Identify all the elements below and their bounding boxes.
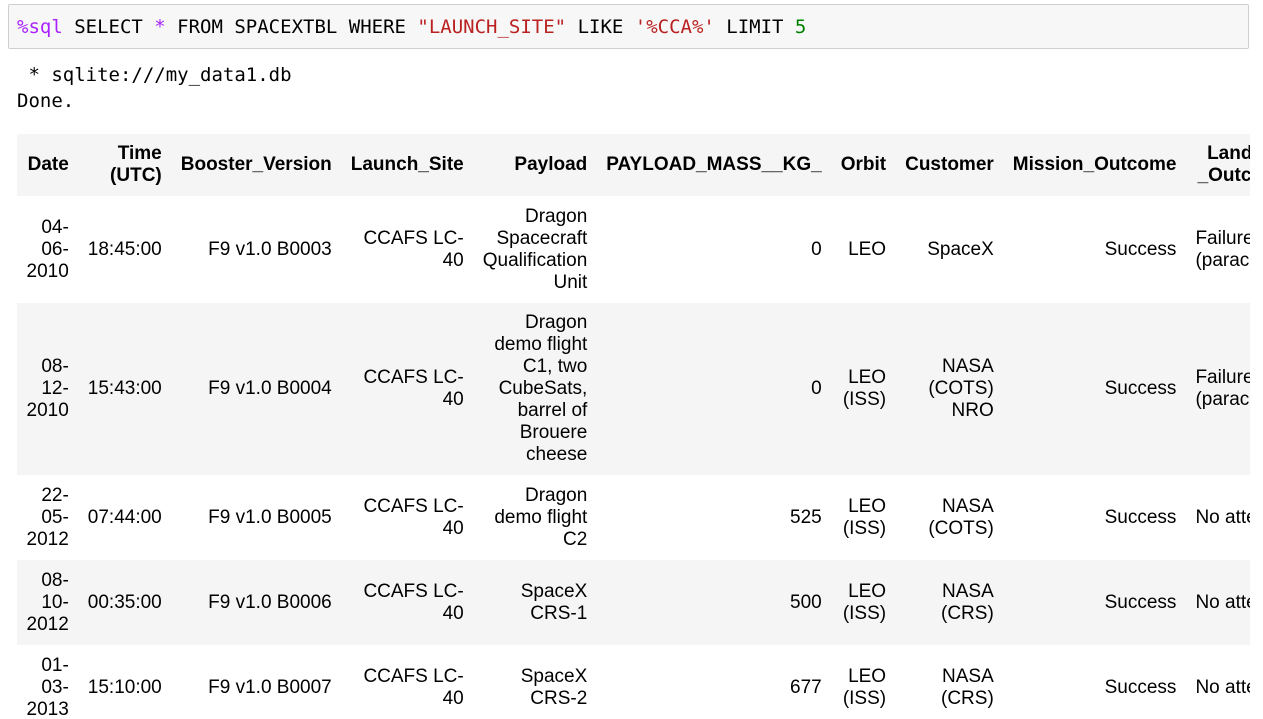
cell-output-text: * sqlite:///my_data1.db Done.: [17, 62, 292, 114]
cell-mission-outcome: Success: [1104, 238, 1177, 260]
cell-payload-mass: 677: [790, 676, 822, 698]
cell-mission-outcome: Success: [1104, 506, 1177, 528]
done-line: Done.: [17, 90, 75, 112]
cell-payload-mass: 525: [790, 506, 822, 528]
table-header-row: Date Time (UTC) Booster_Version Launch_S…: [17, 134, 1250, 196]
cell-orbit: LEO: [848, 238, 887, 260]
cell-date: 08-10-2012: [26, 569, 69, 635]
header-launch-site: Launch_Site: [350, 154, 464, 175]
cell-booster-version: F9 v1.0 B0003: [208, 238, 332, 260]
cell-customer: NASA (COTS): [928, 495, 994, 539]
cell-date: 04-06-2010: [26, 216, 69, 282]
result-table-container: Date Time (UTC) Booster_Version Launch_S…: [17, 134, 1250, 719]
cell-payload: Dragon demo flight C2: [494, 484, 588, 550]
header-booster-version: Booster_Version: [180, 154, 332, 175]
cell-customer: NASA (CRS): [941, 665, 994, 709]
cell-mission-outcome: Success: [1104, 378, 1177, 399]
header-landing-outcome: Landing _Outcome: [1197, 143, 1250, 186]
cell-orbit: LEO (ISS): [842, 495, 887, 539]
cell-time: 18:45:00: [87, 238, 162, 260]
sql-magic: %sql: [17, 16, 63, 38]
cell-landing-outcome: No attempt: [1195, 506, 1250, 528]
header-time: Time (UTC): [110, 143, 162, 186]
header-customer: Customer: [905, 154, 994, 175]
cell-customer: NASA (COTS) NRO: [928, 356, 994, 421]
header-date: Date: [27, 154, 69, 175]
cell-payload-mass: 500: [790, 591, 822, 613]
table-row: 08-10-2012 00:35:00 F9 v1.0 B0006 CCAFS LC-…: [17, 560, 1250, 645]
cell-time: 15:10:00: [87, 676, 162, 698]
cell-landing-outcome: Failure (parachute): [1195, 227, 1250, 271]
cell-landing-outcome: No attempt: [1195, 676, 1250, 698]
table-row: 08-12-2010 15:43:00 F9 v1.0 B0004 CCAFS LC-…: [17, 303, 1250, 475]
cell-customer: SpaceX: [927, 238, 994, 260]
cell-landing-outcome: Failure (parachute): [1195, 367, 1250, 410]
cell-booster-version: F9 v1.0 B0004: [208, 378, 332, 399]
table-row: 04-06-2010 18:45:00 F9 v1.0 B0003 CCAFS LC-…: [17, 196, 1250, 303]
cell-booster-version: F9 v1.0 B0006: [208, 591, 332, 613]
result-table: Date Time (UTC) Booster_Version Launch_S…: [17, 134, 1250, 719]
connection-line: * sqlite:///my_data1.db: [17, 64, 292, 86]
cell-payload: SpaceX CRS-1: [520, 580, 588, 624]
cell-date: 01-03-2013: [26, 654, 69, 719]
cell-customer: NASA (CRS): [941, 580, 994, 624]
cell-launch-site: CCAFS LC-40: [363, 665, 464, 709]
cell-date: 22-05-2012: [26, 484, 69, 550]
cell-launch-site: CCAFS LC-40: [363, 580, 464, 624]
header-payload-mass: PAYLOAD_MASS__KG_: [606, 154, 822, 175]
cell-booster-version: F9 v1.0 B0007: [208, 676, 332, 698]
cell-launch-site: CCAFS LC-40: [363, 367, 464, 410]
cell-orbit: LEO (ISS): [842, 367, 887, 410]
cell-booster-version: F9 v1.0 B0005: [208, 506, 332, 528]
cell-time: 00:35:00: [87, 591, 162, 613]
cell-payload: SpaceX CRS-2: [520, 665, 588, 709]
cell-orbit: LEO (ISS): [842, 665, 887, 709]
cell-date: 08-12-2010: [26, 356, 69, 421]
header-payload: Payload: [514, 154, 588, 175]
cell-landing-outcome: No attempt: [1195, 591, 1250, 613]
cell-payload: Dragon Spacecraft Qualification Unit: [482, 205, 588, 293]
cell-payload-mass: 0: [811, 238, 822, 260]
cell-orbit: LEO (ISS): [842, 580, 887, 624]
cell-payload: Dragon demo flight C1, two CubeSats, bar…: [494, 312, 588, 465]
cell-time: 07:44:00: [87, 506, 162, 528]
cell-launch-site: CCAFS LC-40: [363, 495, 464, 539]
table-row: 22-05-2012 07:44:00 F9 v1.0 B0005 CCAFS LC-…: [17, 475, 1250, 560]
cell-launch-site: CCAFS LC-40: [363, 227, 464, 271]
cell-mission-outcome: Success: [1104, 676, 1177, 698]
code-cell-input[interactable]: %sql SELECT * FROM SPACEXTBL WHERE "LAUN…: [8, 4, 1249, 49]
cell-mission-outcome: Success: [1104, 591, 1177, 613]
table-row: 01-03-2013 15:10:00 F9 v1.0 B0007 CCAFS LC-…: [17, 645, 1250, 719]
header-mission-outcome: Mission_Outcome: [1012, 154, 1177, 175]
header-orbit: Orbit: [840, 154, 887, 175]
cell-time: 15:43:00: [87, 378, 162, 399]
cell-payload-mass: 0: [811, 378, 822, 399]
